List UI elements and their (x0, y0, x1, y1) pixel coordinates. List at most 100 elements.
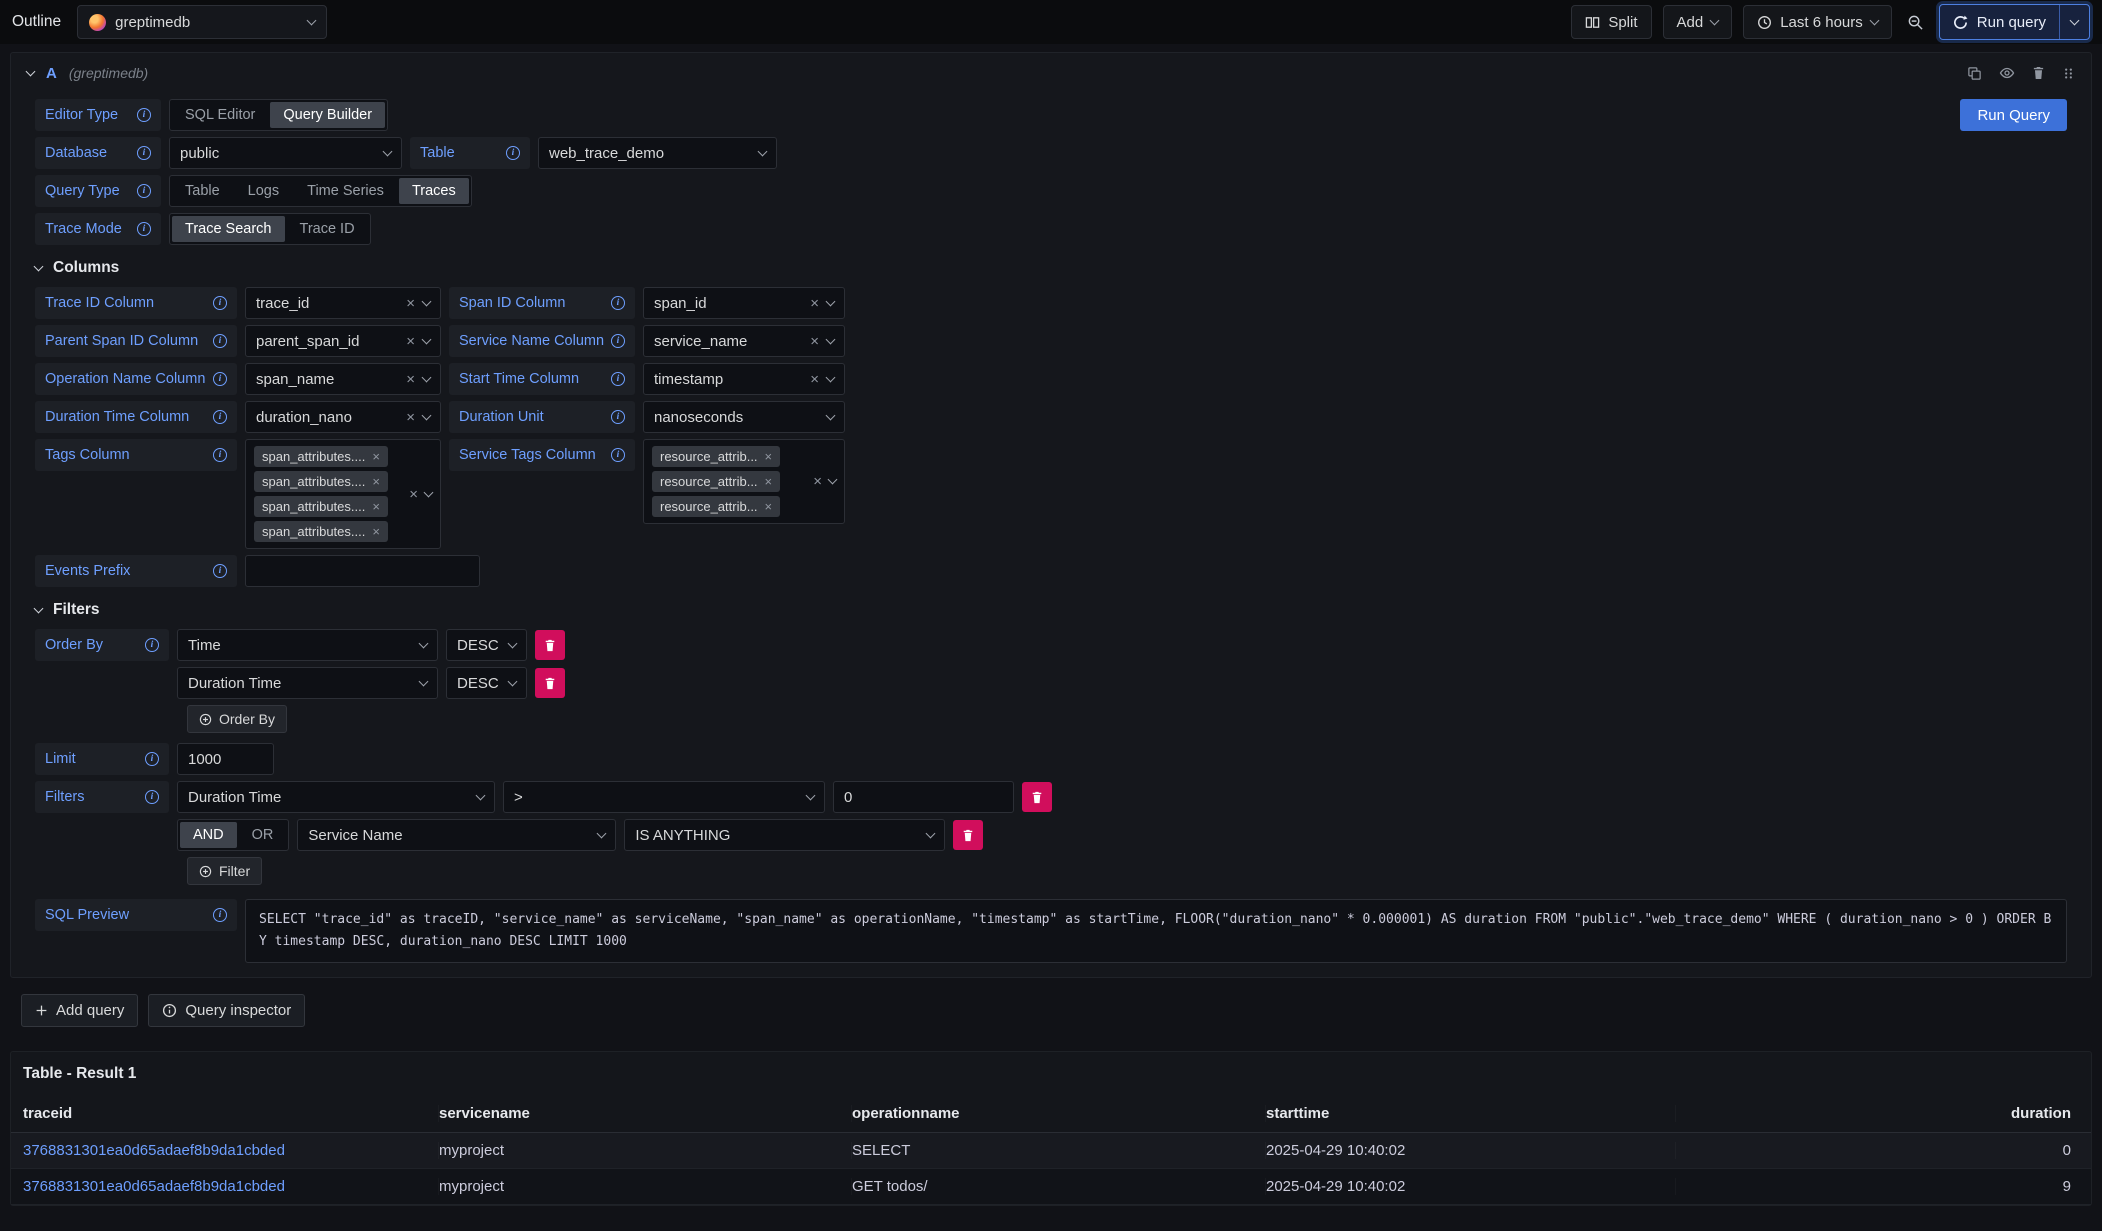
filter-operator-select[interactable]: IS ANYTHING (624, 819, 945, 851)
columns-section-toggle[interactable]: Columns (35, 259, 2067, 277)
add-order-by-button[interactable]: Order By (187, 705, 287, 733)
filter-field-select[interactable]: Duration Time (177, 781, 495, 813)
run-query-dropdown[interactable] (2059, 5, 2089, 39)
info-icon[interactable] (611, 410, 625, 424)
info-icon[interactable] (611, 372, 625, 386)
order-by-field-select[interactable]: Duration Time (177, 667, 438, 699)
trace-mode-search-option[interactable]: Trace Search (172, 216, 285, 242)
run-query-button[interactable]: Run query (1940, 5, 2059, 39)
split-button[interactable]: Split (1571, 5, 1651, 39)
operation-name-column-select[interactable]: span_name (245, 363, 441, 395)
duration-time-column-select[interactable]: duration_nano (245, 401, 441, 433)
tags-column-multiselect[interactable]: span_attributes.... span_attributes.... … (245, 439, 441, 549)
run-query-panel-button[interactable]: Run Query (1960, 99, 2067, 131)
remove-tag-icon[interactable] (765, 475, 773, 488)
clear-icon[interactable] (409, 487, 418, 502)
add-button[interactable]: Add (1663, 5, 1733, 39)
editor-type-sql-option[interactable]: SQL Editor (172, 102, 268, 128)
order-by-direction-select[interactable]: DESC (446, 667, 527, 699)
database-select[interactable]: public (169, 137, 402, 169)
tag-pill[interactable]: span_attributes.... (254, 496, 388, 517)
service-tags-multiselect[interactable]: resource_attrib... resource_attrib... re… (643, 439, 845, 524)
clear-icon[interactable] (406, 410, 415, 425)
service-tag-pill[interactable]: resource_attrib... (652, 446, 780, 467)
query-inspector-button[interactable]: Query inspector (148, 994, 305, 1027)
trace-id-link[interactable]: 3768831301ea0d65adaef8b9da1cbded (23, 1178, 285, 1195)
query-type-traces-option[interactable]: Traces (399, 178, 469, 204)
trace-mode-id-option[interactable]: Trace ID (287, 216, 368, 242)
editor-type-builder-option[interactable]: Query Builder (270, 102, 385, 128)
info-icon[interactable] (137, 108, 151, 122)
remove-tag-icon[interactable] (372, 500, 380, 513)
info-icon[interactable] (611, 448, 625, 462)
query-type-timeseries-option[interactable]: Time Series (294, 178, 397, 204)
filters-section-toggle[interactable]: Filters (35, 601, 2067, 619)
order-by-field-select[interactable]: Time (177, 629, 438, 661)
column-header-starttime[interactable]: starttime (1266, 1105, 1676, 1122)
trace-id-link[interactable]: 3768831301ea0d65adaef8b9da1cbded (23, 1142, 285, 1159)
filter-logic-or-option[interactable]: OR (239, 822, 287, 848)
remove-tag-icon[interactable] (765, 450, 773, 463)
info-icon[interactable] (611, 296, 625, 310)
clear-icon[interactable] (810, 372, 819, 387)
remove-filter-button[interactable] (953, 820, 983, 850)
clear-icon[interactable] (813, 474, 822, 489)
query-row-header[interactable]: A (greptimedb) (11, 53, 2091, 93)
datasource-picker[interactable]: greptimedb (77, 5, 327, 39)
service-tag-pill[interactable]: resource_attrib... (652, 471, 780, 492)
filter-value-input[interactable] (833, 781, 1014, 813)
span-id-column-select[interactable]: span_id (643, 287, 845, 319)
clear-icon[interactable] (810, 296, 819, 311)
column-header-duration[interactable]: duration (1676, 1105, 2079, 1122)
remove-tag-icon[interactable] (372, 475, 380, 488)
limit-input[interactable] (177, 743, 274, 775)
filter-logic-and-option[interactable]: AND (180, 822, 237, 848)
add-filter-button[interactable]: Filter (187, 857, 262, 885)
info-icon[interactable] (213, 908, 227, 922)
info-icon[interactable] (213, 448, 227, 462)
tag-pill[interactable]: span_attributes.... (254, 446, 388, 467)
filter-field-select[interactable]: Service Name (297, 819, 616, 851)
info-icon[interactable] (506, 146, 520, 160)
info-icon[interactable] (213, 372, 227, 386)
order-by-direction-select[interactable]: DESC (446, 629, 527, 661)
info-icon[interactable] (145, 752, 159, 766)
clear-icon[interactable] (406, 334, 415, 349)
info-icon[interactable] (137, 222, 151, 236)
trash-icon[interactable] (2032, 66, 2045, 80)
info-icon[interactable] (145, 638, 159, 652)
clear-icon[interactable] (810, 334, 819, 349)
info-icon[interactable] (213, 296, 227, 310)
parent-span-id-column-select[interactable]: parent_span_id (245, 325, 441, 357)
info-icon[interactable] (213, 564, 227, 578)
remove-tag-icon[interactable] (372, 525, 380, 538)
remove-order-by-button[interactable] (535, 668, 565, 698)
table-select[interactable]: web_trace_demo (538, 137, 777, 169)
tag-pill[interactable]: span_attributes.... (254, 521, 388, 542)
info-icon[interactable] (213, 410, 227, 424)
remove-tag-icon[interactable] (372, 450, 380, 463)
info-icon[interactable] (145, 790, 159, 804)
info-icon[interactable] (213, 334, 227, 348)
filter-operator-select[interactable]: > (503, 781, 825, 813)
info-icon[interactable] (137, 146, 151, 160)
duration-unit-select[interactable]: nanoseconds (643, 401, 845, 433)
service-tag-pill[interactable]: resource_attrib... (652, 496, 780, 517)
info-icon[interactable] (611, 334, 625, 348)
remove-order-by-button[interactable] (535, 630, 565, 660)
column-header-servicename[interactable]: servicename (439, 1105, 852, 1122)
zoom-out-button[interactable] (1903, 10, 1928, 35)
remove-filter-button[interactable] (1022, 782, 1052, 812)
trace-id-column-select[interactable]: trace_id (245, 287, 441, 319)
eye-icon[interactable] (1999, 65, 2015, 81)
query-type-logs-option[interactable]: Logs (235, 178, 292, 204)
service-name-column-select[interactable]: service_name (643, 325, 845, 357)
info-icon[interactable] (137, 184, 151, 198)
tag-pill[interactable]: span_attributes.... (254, 471, 388, 492)
column-header-operationname[interactable]: operationname (852, 1105, 1266, 1122)
start-time-column-select[interactable]: timestamp (643, 363, 845, 395)
query-type-table-option[interactable]: Table (172, 178, 233, 204)
column-header-traceid[interactable]: traceid (23, 1105, 439, 1122)
events-prefix-input[interactable] (245, 555, 480, 587)
time-range-picker[interactable]: Last 6 hours (1743, 5, 1892, 39)
